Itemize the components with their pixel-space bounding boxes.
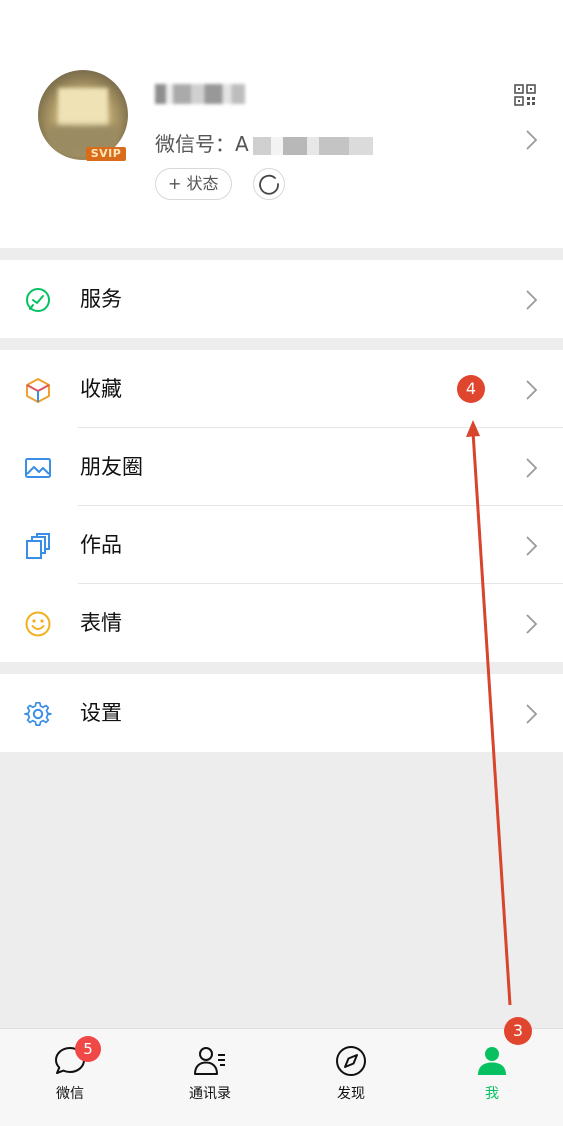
add-status-button[interactable]: + 状态 bbox=[155, 168, 232, 200]
tab-label-chats: 微信 bbox=[56, 1086, 84, 1102]
chevron-right-icon bbox=[526, 130, 538, 150]
step-annotation-badge: 3 bbox=[504, 1017, 532, 1045]
nickname-redacted bbox=[155, 84, 245, 104]
menu-label-works: 作品 bbox=[80, 533, 122, 557]
menu-item-settings[interactable]: 设置 bbox=[0, 674, 563, 752]
tab-label-discover: 发现 bbox=[337, 1086, 365, 1102]
chevron-right-icon bbox=[526, 380, 538, 400]
smiley-icon bbox=[25, 611, 51, 637]
wechat-id-redacted bbox=[252, 136, 373, 155]
chevron-right-icon bbox=[526, 536, 538, 556]
menu-label-favorites: 收藏 bbox=[80, 377, 122, 401]
gear-icon bbox=[24, 701, 52, 726]
service-icon bbox=[26, 288, 50, 312]
menu-item-service[interactable]: 服务 bbox=[0, 260, 563, 338]
tab-contacts[interactable]: 通讯录 bbox=[140, 1029, 280, 1126]
favorites-annotation-badge: 4 bbox=[457, 375, 485, 403]
tab-discover[interactable]: 发现 bbox=[281, 1029, 421, 1126]
service-group: 服务 bbox=[0, 260, 563, 338]
menu-item-moments[interactable]: 朋友圈 bbox=[0, 428, 563, 506]
image-icon bbox=[25, 458, 51, 478]
person-icon bbox=[478, 1047, 506, 1075]
bottom-tab-bar: 微信 5 通讯录 发现 我 bbox=[0, 1028, 563, 1126]
wechat-id-label: 微信号：A bbox=[155, 132, 249, 156]
tab-me[interactable]: 我 bbox=[422, 1029, 562, 1126]
svip-badge: SVIP bbox=[86, 147, 126, 161]
tab-label-contacts: 通讯录 bbox=[189, 1086, 231, 1102]
chevron-right-icon bbox=[526, 458, 538, 478]
chevron-right-icon bbox=[526, 290, 538, 310]
profile-header[interactable]: SVIP 微信号：A + 状态 bbox=[0, 0, 563, 248]
menu-item-stickers[interactable]: 表情 bbox=[0, 584, 563, 662]
chevron-right-icon bbox=[526, 614, 538, 634]
compass-icon bbox=[336, 1046, 366, 1076]
refresh-icon bbox=[259, 174, 279, 195]
tab-label-me: 我 bbox=[485, 1086, 499, 1102]
menu-label-settings: 设置 bbox=[80, 701, 122, 725]
works-icon bbox=[26, 533, 50, 559]
menu-label-stickers: 表情 bbox=[80, 611, 122, 635]
wechat-id: 微信号：A bbox=[155, 128, 373, 157]
cube-icon bbox=[26, 378, 50, 403]
menu-label-service: 服务 bbox=[80, 287, 122, 311]
status-refresh-button[interactable] bbox=[253, 168, 285, 200]
menu-label-moments: 朋友圈 bbox=[80, 455, 143, 479]
menu-item-works[interactable]: 作品 bbox=[0, 506, 563, 584]
contacts-icon bbox=[194, 1047, 225, 1075]
chats-unread-badge: 5 bbox=[75, 1036, 101, 1062]
settings-group: 设置 bbox=[0, 674, 563, 752]
tab-chats[interactable]: 微信 bbox=[0, 1029, 140, 1126]
qr-code-icon[interactable] bbox=[514, 84, 536, 106]
chevron-right-icon bbox=[526, 704, 538, 724]
avatar-blur bbox=[58, 88, 108, 128]
